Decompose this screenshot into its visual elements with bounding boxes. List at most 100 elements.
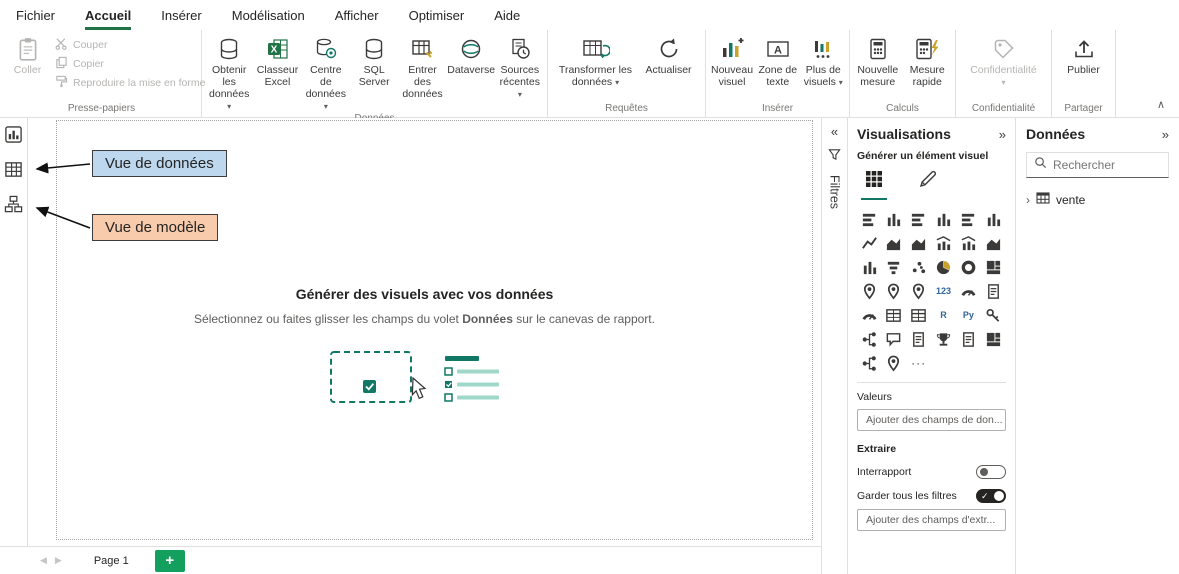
- tab-optimiser[interactable]: Optimiser: [409, 0, 465, 30]
- expand-table-icon[interactable]: ›: [1026, 193, 1030, 207]
- collapse-visualizations-icon[interactable]: »: [999, 127, 1006, 142]
- sql-server-button[interactable]: SQL Server: [351, 32, 397, 88]
- smart-narrative-icon[interactable]: [907, 328, 931, 350]
- stacked-area-chart-icon[interactable]: [907, 232, 931, 254]
- hundred-percent-stacked-bar-chart-icon[interactable]: [956, 208, 980, 230]
- more-visual-types-icon[interactable]: ···: [907, 352, 931, 374]
- more-visuals-button[interactable]: Plus de visuels ▾: [802, 32, 845, 88]
- ribbon-chart-icon[interactable]: [981, 232, 1005, 254]
- format-visual-tab[interactable]: [915, 166, 941, 200]
- metrics-icon[interactable]: [932, 328, 956, 350]
- table-icon: [1036, 191, 1050, 208]
- canvas-empty-title: Générer des visuels avec vos données: [28, 286, 821, 302]
- cut-button[interactable]: Couper: [55, 37, 197, 53]
- report-view-button[interactable]: [3, 126, 25, 148]
- model-view-icon: [4, 195, 23, 219]
- decomposition-tree-icon[interactable]: [857, 328, 881, 350]
- empty-canvas-illustration: [325, 346, 525, 412]
- next-page-icon[interactable]: ▶: [51, 555, 66, 566]
- kpi-icon[interactable]: [857, 304, 881, 326]
- sql-server-icon: [362, 36, 386, 62]
- donut-chart-icon[interactable]: [956, 256, 980, 278]
- line-chart-icon[interactable]: [857, 232, 881, 254]
- copy-button[interactable]: Copier: [55, 56, 197, 72]
- arcgis-map-icon[interactable]: [882, 352, 906, 374]
- q-and-a-icon[interactable]: [882, 328, 906, 350]
- text-box-button[interactable]: A Zone de texte: [756, 32, 799, 88]
- report-canvas[interactable]: Générer des visuels avec vos données Sél…: [28, 118, 821, 546]
- paste-button[interactable]: Coller: [6, 32, 49, 76]
- hundred-percent-stacked-column-chart-icon[interactable]: [981, 208, 1005, 230]
- powerbi-desktop-window: Fichier Accueil Insérer Modélisation Aff…: [0, 0, 1179, 574]
- enter-data-button[interactable]: Entrer des données: [399, 32, 445, 100]
- excel-workbook-button[interactable]: X Classeur Excel: [254, 32, 300, 88]
- visual-gallery-icon: [864, 176, 884, 193]
- waterfall-chart-icon[interactable]: [857, 256, 881, 278]
- recent-sources-button[interactable]: Sources récentes ▾: [497, 32, 543, 100]
- transform-data-button[interactable]: Transformer les données ▾: [555, 32, 637, 88]
- python-visual-icon[interactable]: Py: [956, 304, 980, 326]
- sensitivity-button[interactable]: Confidentialité▾: [963, 32, 1045, 88]
- key-influencers-icon[interactable]: [981, 304, 1005, 326]
- table-item-vente[interactable]: › vente: [1026, 191, 1169, 208]
- power-apps-icon[interactable]: [981, 328, 1005, 350]
- line-and-clustered-column-chart-icon[interactable]: [956, 232, 980, 254]
- more-visuals-icon: [811, 36, 835, 62]
- add-drillthrough-fields-well[interactable]: Ajouter des champs d'extr...: [857, 509, 1006, 531]
- collapse-data-panel-icon[interactable]: »: [1162, 127, 1169, 142]
- model-view-button[interactable]: [3, 196, 25, 218]
- cross-report-toggle[interactable]: ✓: [976, 465, 1006, 479]
- funnel-chart-icon[interactable]: [882, 256, 906, 278]
- stacked-column-chart-icon[interactable]: [882, 208, 906, 230]
- collapse-ribbon-icon[interactable]: ∧: [1157, 98, 1165, 111]
- ribbon-group-insert: Nouveau visuel A Zone de texte Plus de v…: [706, 30, 850, 117]
- add-page-button[interactable]: +: [155, 550, 185, 572]
- new-measure-button[interactable]: Nouvelle mesure: [854, 32, 902, 88]
- tab-aide[interactable]: Aide: [494, 0, 520, 30]
- page-tab[interactable]: Page 1: [86, 555, 137, 567]
- filled-map-icon[interactable]: [882, 280, 906, 302]
- stacked-bar-chart-icon[interactable]: [857, 208, 881, 230]
- data-view-button[interactable]: [3, 161, 25, 183]
- map-icon[interactable]: [857, 280, 881, 302]
- database-icon: [217, 36, 241, 62]
- tab-modelisation[interactable]: Modélisation: [232, 0, 305, 30]
- refresh-button[interactable]: Actualiser: [639, 32, 699, 76]
- gauge-icon[interactable]: [956, 280, 980, 302]
- pie-chart-icon[interactable]: [932, 256, 956, 278]
- get-data-button[interactable]: Obtenir les données ▾: [206, 32, 252, 112]
- power-automate-icon[interactable]: [857, 352, 881, 374]
- search-input[interactable]: [1053, 158, 1161, 172]
- previous-page-icon[interactable]: ◀: [36, 555, 51, 566]
- keep-all-filters-toggle[interactable]: ✓: [976, 489, 1006, 503]
- scatter-chart-icon[interactable]: [907, 256, 931, 278]
- matrix-icon[interactable]: [907, 304, 931, 326]
- data-search-box: [1026, 152, 1169, 178]
- paginated-report-icon[interactable]: [956, 328, 980, 350]
- treemap-icon[interactable]: [981, 256, 1005, 278]
- build-visual-tab[interactable]: [861, 166, 887, 200]
- format-painter-button[interactable]: Reproduire la mise en forme: [55, 75, 197, 91]
- table-icon[interactable]: [882, 304, 906, 326]
- data-hub-button[interactable]: Centre de données ▾: [303, 32, 349, 112]
- tab-fichier[interactable]: Fichier: [16, 0, 55, 30]
- clustered-column-chart-icon[interactable]: [932, 208, 956, 230]
- area-chart-icon[interactable]: [882, 232, 906, 254]
- tab-afficher[interactable]: Afficher: [335, 0, 379, 30]
- expand-filters-icon[interactable]: «: [831, 124, 838, 139]
- add-data-fields-well[interactable]: Ajouter des champs de don...: [857, 409, 1006, 431]
- quick-measure-button[interactable]: Mesure rapide: [904, 32, 952, 88]
- line-and-stacked-column-chart-icon[interactable]: [932, 232, 956, 254]
- multi-row-card-icon[interactable]: [981, 280, 1005, 302]
- clustered-bar-chart-icon[interactable]: [907, 208, 931, 230]
- r-script-visual-icon[interactable]: R: [932, 304, 956, 326]
- filters-panel-title[interactable]: Filtres: [828, 175, 842, 209]
- publish-button[interactable]: Publier: [1059, 32, 1108, 76]
- card-icon[interactable]: 123: [932, 280, 956, 302]
- tab-inserer[interactable]: Insérer: [161, 0, 201, 30]
- visualizations-panel-title: Visualisations: [857, 126, 951, 142]
- new-visual-button[interactable]: Nouveau visuel: [710, 32, 754, 88]
- dataverse-button[interactable]: Dataverse: [448, 32, 495, 76]
- tab-accueil[interactable]: Accueil: [85, 0, 131, 30]
- azure-map-icon[interactable]: [907, 280, 931, 302]
